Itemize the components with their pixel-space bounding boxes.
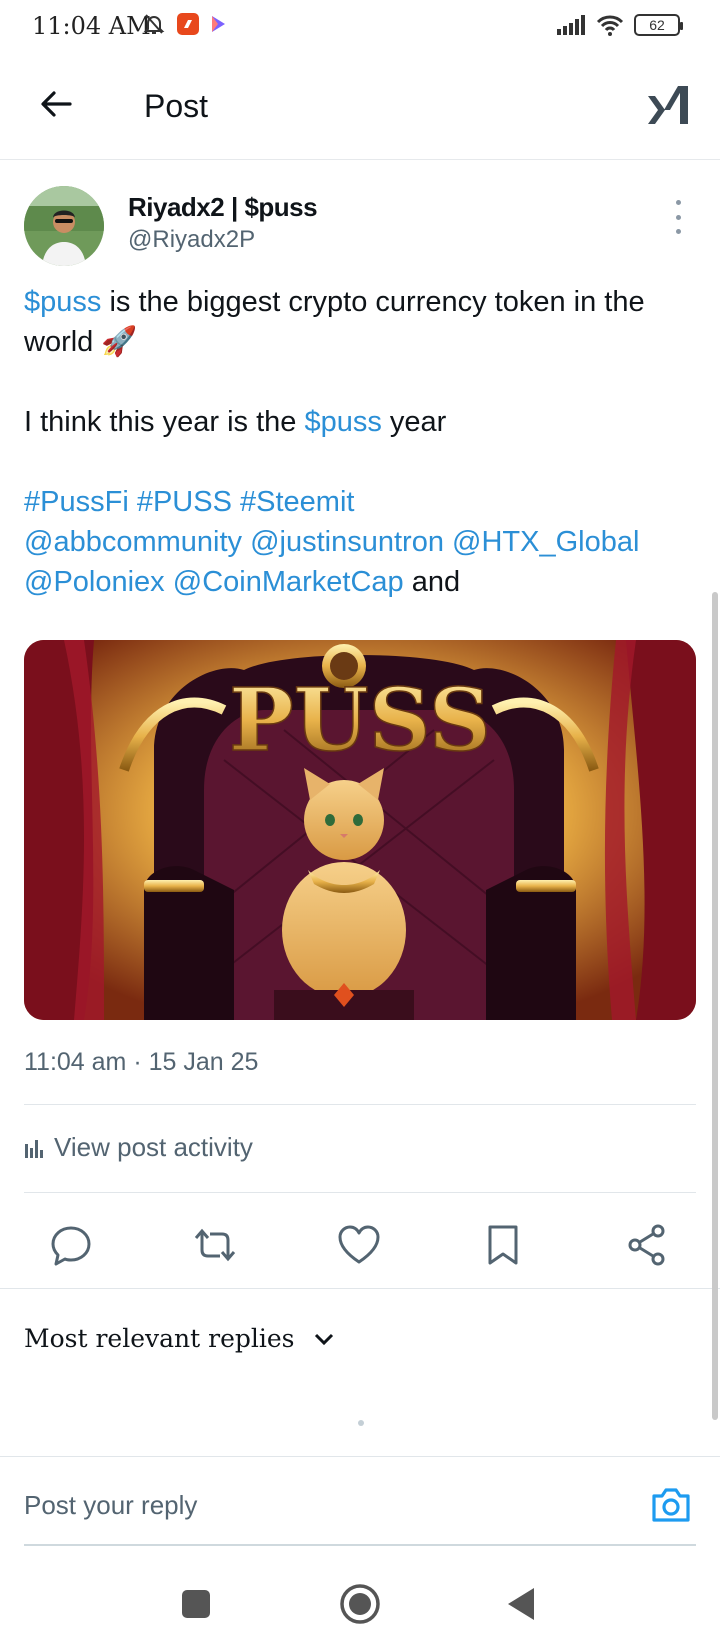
status-bar: 11:04 AM 62	[0, 0, 720, 58]
hashtag-link[interactable]: #PussFi	[24, 486, 129, 518]
app-notification-icon	[177, 13, 199, 35]
wifi-icon	[596, 15, 624, 36]
cashtag-link[interactable]: $puss	[24, 286, 101, 318]
scrollbar[interactable]	[712, 592, 718, 1420]
mention-link[interactable]: @CoinMarketCap	[173, 566, 404, 598]
analytics-icon	[25, 1139, 43, 1158]
signal-icon	[557, 15, 585, 35]
like-icon[interactable]	[336, 1222, 382, 1268]
repost-icon[interactable]	[192, 1222, 238, 1268]
top-app-bar: Post	[0, 58, 720, 160]
muted-bell-icon	[143, 14, 165, 34]
cashtag-link[interactable]: $puss	[304, 406, 381, 438]
mention-link[interactable]: @HTX_Global	[452, 526, 639, 558]
loading-indicator	[358, 1420, 364, 1426]
system-nav-bar	[0, 1560, 720, 1650]
divider	[24, 1104, 696, 1105]
share-icon[interactable]	[624, 1222, 670, 1268]
mention-link[interactable]: @Poloniex	[24, 566, 165, 598]
post-text: $puss is the biggest crypto currency tok…	[24, 282, 704, 602]
post-text-span: I think this year is the	[24, 406, 305, 438]
back-arrow-icon[interactable]	[36, 84, 76, 124]
post-paragraph-2: I think this year is the $puss year	[24, 402, 704, 442]
reply-input[interactable]: Post your reply	[24, 1490, 197, 1521]
status-time: 11:04 AM	[32, 12, 151, 40]
status-icons-left	[142, 12, 226, 36]
battery-icon: 62	[634, 14, 683, 36]
post-paragraph-1: $puss is the biggest crypto currency tok…	[24, 282, 704, 362]
divider	[0, 1288, 720, 1289]
post-text-span: and	[411, 566, 461, 598]
post-paragraph-3: #PussFi #PUSS #Steemit @abbcommunity @jus…	[24, 482, 704, 602]
author-handle[interactable]: @Riyadx2P	[128, 226, 255, 254]
hashtag-link[interactable]: #Steemit	[240, 486, 354, 518]
home-icon[interactable]	[338, 1582, 382, 1626]
author-name[interactable]: Riyadx2 | $puss	[128, 192, 318, 223]
camera-icon[interactable]	[650, 1486, 692, 1524]
view-post-activity[interactable]: View post activity	[24, 1132, 253, 1163]
post-text-span: year	[381, 406, 447, 438]
bookmark-icon[interactable]	[480, 1222, 526, 1268]
replies-sort-label: Most relevant replies	[24, 1324, 295, 1353]
reply-composer: Post your reply	[0, 1456, 720, 1544]
page-title: Post	[144, 88, 209, 124]
divider	[24, 1192, 696, 1193]
reply-input-underline	[24, 1544, 696, 1546]
mention-link[interactable]: @justinsuntron	[250, 526, 444, 558]
post-image[interactable]: PUSS	[24, 640, 696, 1020]
more-options-icon[interactable]	[666, 200, 690, 234]
post-actions	[0, 1210, 720, 1280]
play-icon	[212, 16, 225, 32]
xai-logo-icon[interactable]	[644, 82, 692, 130]
view-post-activity-label: View post activity	[54, 1132, 253, 1162]
back-nav-icon[interactable]	[500, 1582, 544, 1626]
hashtag-link[interactable]: #PUSS	[137, 486, 232, 518]
replies-sort-dropdown[interactable]: Most relevant replies	[24, 1324, 335, 1353]
recents-icon[interactable]	[174, 1582, 218, 1626]
chevron-down-icon	[314, 1333, 333, 1345]
avatar[interactable]	[24, 186, 104, 266]
status-icons-right: 62	[556, 14, 683, 36]
post-timestamp: 11:04 am · 15 Jan 25	[24, 1048, 259, 1076]
image-title-text: PUSS	[229, 670, 491, 771]
rocket-emoji: 🚀	[101, 326, 138, 358]
mention-link[interactable]: @abbcommunity	[24, 526, 242, 558]
reply-icon[interactable]	[48, 1222, 94, 1268]
